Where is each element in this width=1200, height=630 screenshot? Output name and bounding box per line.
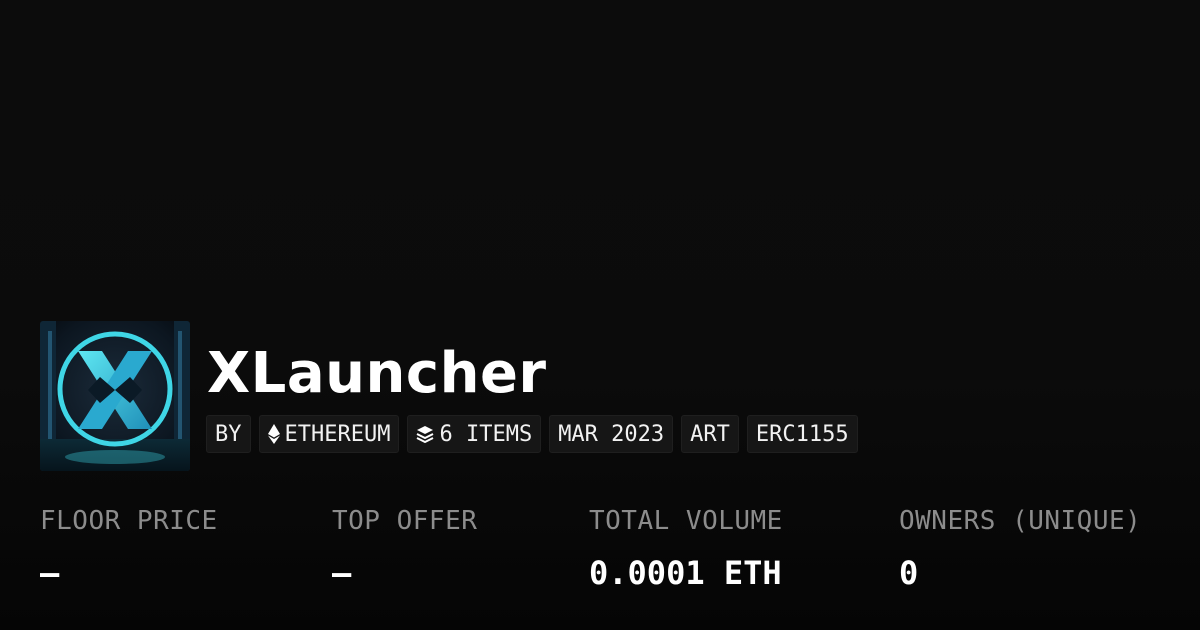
collection-title: XLauncher [207,341,547,406]
tag-label: 6 ITEMS [439,421,533,447]
layers-icon [416,425,434,443]
stat-label: TOP OFFER [332,506,478,536]
collection-logo [40,321,190,471]
tag-label: BY [215,421,242,447]
tag-label: ETHEREUM [284,421,391,447]
stat-value: 0 [899,554,919,592]
tag-label: ART [690,421,730,447]
stat-value: – [332,554,352,592]
collection-tags: BY ETHEREUM 6 ITEMS MAR 2023 ART ERC1155 [206,415,858,453]
stat-label: TOTAL VOLUME [589,506,783,536]
tag-chain[interactable]: ETHEREUM [258,415,400,453]
stat-label: OWNERS (UNIQUE) [899,506,1142,536]
stat-value: – [40,554,60,592]
tag-label: ERC1155 [755,421,849,447]
tag-standard: ERC1155 [746,415,858,453]
tag-date: MAR 2023 [549,415,674,453]
tag-label: MAR 2023 [558,421,665,447]
stat-label: FLOOR PRICE [40,506,218,536]
xlauncher-logo-icon [40,321,190,471]
tag-creator[interactable]: BY [206,415,251,453]
stat-owners: OWNERS (UNIQUE) 0 [899,503,1141,593]
stat-floor-price: FLOOR PRICE – [40,503,218,593]
stat-total-volume: TOTAL VOLUME 0.0001 ETH [589,503,783,593]
tag-category[interactable]: ART [681,415,739,453]
stat-value: 0.0001 ETH [589,554,782,592]
tag-items[interactable]: 6 ITEMS [407,415,542,453]
ethereum-icon [267,424,280,444]
stat-top-offer: TOP OFFER – [332,503,477,593]
